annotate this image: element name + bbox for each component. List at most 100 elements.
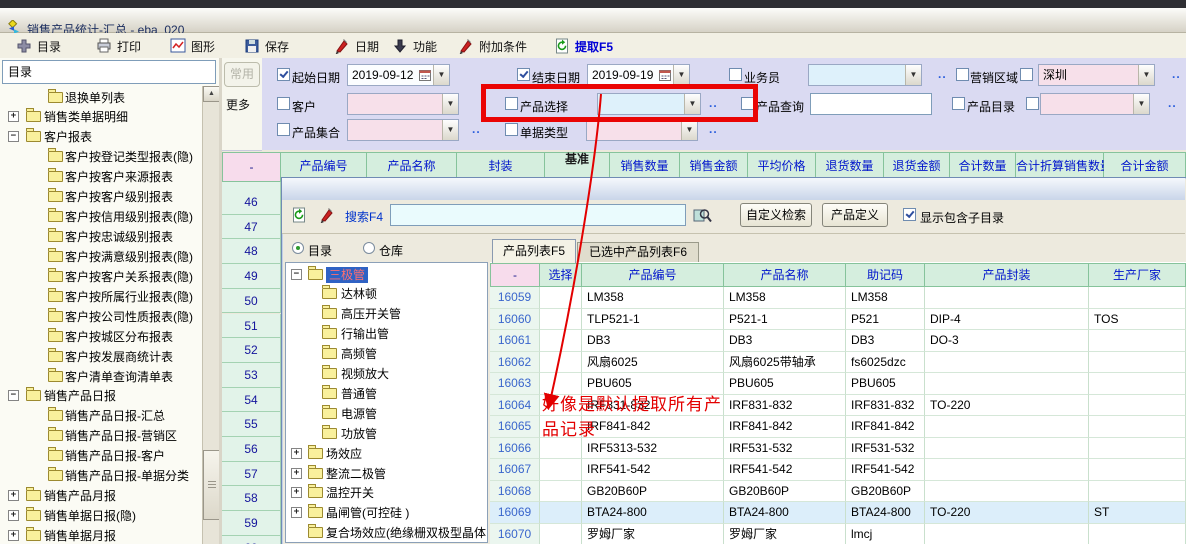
toolbar-button-6[interactable]: 功能 (392, 36, 437, 56)
end-date-input[interactable]: 2019-09-19 ▼ (587, 64, 690, 86)
catalog-tree-item[interactable]: 复合场效应(绝缘栅双极型晶体 (286, 523, 487, 543)
toolbar-button-4[interactable]: 保存 (244, 36, 289, 56)
region-combobox[interactable]: 深圳 ▼ (1038, 64, 1155, 86)
edit-pen-icon[interactable] (316, 204, 338, 226)
row-number[interactable]: 54 (222, 388, 281, 413)
show-subdir-checkbox[interactable] (903, 208, 916, 221)
product-select-cell[interactable] (540, 524, 582, 544)
sidebar-item[interactable]: +销售类单据明细 (0, 107, 202, 127)
product-row[interactable]: 16059LM358LM358LM358 (490, 287, 1186, 309)
tab-selected-products[interactable]: 已选中产品列表F6 (577, 242, 699, 263)
warehouse-radio[interactable] (363, 242, 375, 254)
sidebar-item[interactable]: 客户按公司性质报表(隐) (0, 307, 202, 327)
catalog-tree-item[interactable]: 高压开关管 (286, 304, 487, 324)
sidebar-scrollbar[interactable]: ▲ (202, 86, 220, 544)
product-row[interactable]: 16067IRF541-542IRF541-542IRF541-542 (490, 459, 1186, 481)
product-select-combobox[interactable]: ▼ (597, 93, 701, 115)
expand-icon[interactable]: + (8, 111, 19, 122)
product-row[interactable]: 16068GB20B60PGB20B60PGB20B60P (490, 481, 1186, 503)
catalog-radio[interactable] (292, 242, 304, 254)
product-select-cell[interactable] (540, 330, 582, 352)
product-row[interactable]: 16061DB3DB3DB3DO-3 (490, 330, 1186, 352)
collapse-icon[interactable]: − (8, 390, 19, 401)
row-number[interactable]: 55 (222, 412, 281, 437)
start-date-checkbox[interactable] (277, 68, 290, 81)
chevron-down-icon[interactable]: ▼ (905, 65, 921, 85)
end-date-checkbox[interactable] (517, 68, 530, 81)
chevron-down-icon[interactable]: ▼ (673, 65, 689, 85)
product-query-input[interactable] (810, 93, 932, 115)
sidebar-item[interactable]: 客户按忠诚级别报表 (0, 227, 202, 247)
customer-combobox[interactable]: ▼ (347, 93, 459, 115)
sidebar-item[interactable]: 客户按客户来源报表 (0, 167, 202, 187)
product-column-header[interactable]: 产品名称 (724, 263, 846, 287)
product-column-header[interactable]: 产品编号 (582, 263, 724, 287)
chevron-down-icon[interactable]: ▼ (442, 94, 458, 114)
product-catalog-more-button[interactable]: .. (1168, 96, 1177, 110)
refresh-icon[interactable] (288, 204, 310, 226)
row-number[interactable]: 52 (222, 338, 281, 363)
sidebar-item[interactable]: +销售单据月报 (0, 526, 202, 544)
scroll-up-icon[interactable]: ▲ (203, 86, 220, 102)
row-number[interactable]: 56 (222, 437, 281, 462)
customer-checkbox[interactable] (277, 97, 290, 110)
product-column-header[interactable]: 选择 (540, 263, 582, 287)
sidebar-item[interactable]: −客户报表 (0, 127, 202, 147)
product-column-header[interactable]: 助记码 (846, 263, 925, 287)
row-number[interactable]: 49 (222, 264, 281, 289)
sidebar-item[interactable]: 客户按城区分布报表 (0, 327, 202, 347)
product-set-more-button[interactable]: .. (472, 122, 481, 136)
start-date-input[interactable]: 2019-09-12 ▼ (347, 64, 450, 86)
toolbar-button-3[interactable]: 图形 (170, 36, 215, 56)
toolbar-button-8[interactable]: 提取F5 (554, 36, 613, 56)
row-number[interactable]: 47 (222, 215, 281, 240)
sidebar-item[interactable]: 销售产品日报-单据分类 (0, 466, 202, 486)
product-select-cell[interactable] (540, 352, 582, 374)
product-select-cell[interactable] (540, 287, 582, 309)
product-catalog-checkbox[interactable] (952, 97, 965, 110)
row-number[interactable]: 57 (222, 462, 281, 487)
expand-icon[interactable]: + (8, 490, 19, 501)
sidebar-item[interactable]: 客户按发展商统计表 (0, 347, 202, 367)
product-catalog-sub-checkbox[interactable] (1026, 97, 1039, 110)
sidebar-item[interactable]: +销售产品月报 (0, 486, 202, 506)
product-set-combobox[interactable]: ▼ (347, 119, 459, 141)
custom-search-button[interactable]: 自定义检索 (740, 203, 812, 227)
product-column-header[interactable]: 产品封装 (925, 263, 1089, 287)
catalog-tree-item[interactable]: +晶闸管(可控硅 ) (286, 503, 487, 523)
product-set-checkbox[interactable] (277, 123, 290, 136)
product-row[interactable]: 16062风扇6025风扇6025带轴承fs6025dzc (490, 352, 1186, 374)
product-column-header[interactable]: - (490, 263, 540, 287)
collapse-icon[interactable]: − (8, 131, 19, 142)
chevron-down-icon[interactable]: ▼ (1138, 65, 1154, 85)
collapse-icon[interactable]: − (291, 269, 302, 280)
catalog-tree-item[interactable]: 行输出管 (286, 324, 487, 344)
region-checkbox[interactable] (956, 68, 969, 81)
sidebar-item[interactable]: 客户清单查询清单表 (0, 367, 202, 387)
sidebar-item[interactable]: −销售产品日报 (0, 386, 202, 406)
sidebar-item[interactable]: 客户按客户关系报表(隐) (0, 267, 202, 287)
sidebar-item[interactable]: 客户按满意级别报表(隐) (0, 247, 202, 267)
expand-icon[interactable]: + (291, 487, 302, 498)
magnifier-icon[interactable] (692, 204, 714, 226)
catalog-tree-item[interactable]: 达林顿 (286, 284, 487, 304)
product-select-cell[interactable] (540, 481, 582, 503)
product-column-header[interactable]: 生产厂家 (1089, 263, 1186, 287)
sidebar-item[interactable]: 客户按所属行业报表(隐) (0, 287, 202, 307)
product-catalog-combobox[interactable]: ▼ (1040, 93, 1150, 115)
region-sub-checkbox[interactable] (1020, 68, 1033, 81)
sidebar-item[interactable]: 客户按登记类型报表(隐) (0, 147, 202, 167)
product-select-cell[interactable] (540, 438, 582, 460)
row-number[interactable]: 51 (222, 314, 281, 339)
catalog-tree-item[interactable]: 视频放大 (286, 364, 487, 384)
doc-type-more-button[interactable]: .. (709, 122, 718, 136)
sidebar-item[interactable]: 销售产品日报-营销区 (0, 426, 202, 446)
toolbar-button-7[interactable]: 附加条件 (458, 36, 527, 56)
catalog-tree-item[interactable]: +温控开关 (286, 483, 487, 503)
sidebar-item[interactable]: 销售产品日报-客户 (0, 446, 202, 466)
toolbar-button-5[interactable]: 日期 (334, 36, 379, 56)
dialog-titlebar[interactable]: 选择产品 (282, 178, 1185, 201)
doc-type-combobox[interactable]: ▼ (586, 119, 698, 141)
row-number[interactable]: 53 (222, 363, 281, 388)
sidebar-item[interactable]: 客户按客户级别报表 (0, 187, 202, 207)
